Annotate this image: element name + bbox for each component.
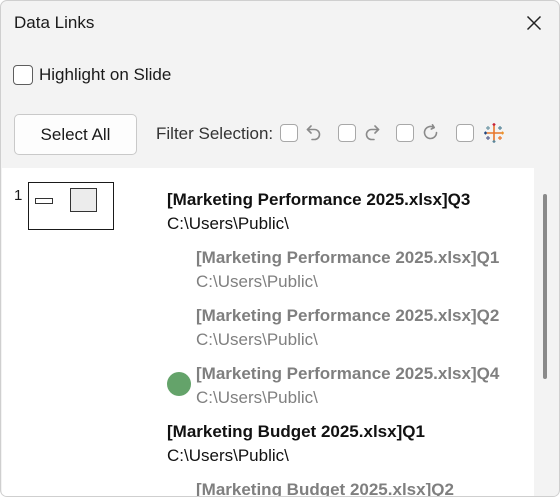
highlight-checkbox[interactable] (13, 65, 33, 85)
link-item[interactable]: [Marketing Performance 2025.xlsx]Q2 C:\U… (196, 306, 499, 350)
data-links-list[interactable]: 1 [Marketing Performance 2025.xlsx]Q3 C:… (2, 168, 534, 497)
link-path: C:\Users\Public\ (167, 214, 289, 233)
filter-refresh-checkbox[interactable] (396, 124, 414, 142)
data-links-pane: Data Links Highlight on Slide Select All… (0, 0, 560, 497)
highlight-label: Highlight on Slide (39, 65, 172, 84)
tableau-logo-icon (484, 123, 504, 143)
filter-refresh-button[interactable] (419, 121, 443, 145)
link-path: C:\Users\Public\ (196, 388, 318, 407)
select-all-button[interactable]: Select All (14, 114, 137, 155)
link-name: [Marketing Budget 2025.xlsx]Q1 (167, 422, 425, 441)
slide-thumbnail[interactable] (28, 182, 114, 230)
refresh-icon (423, 124, 438, 140)
link-path: C:\Users\Public\ (196, 272, 318, 291)
slide-number: 1 (14, 187, 23, 204)
filter-selection-label: Filter Selection: (156, 124, 274, 143)
link-name: [Marketing Performance 2025.xlsx]Q3 (167, 190, 471, 209)
vertical-scrollbar[interactable] (534, 168, 558, 496)
filter-tableau-checkbox[interactable] (456, 124, 474, 142)
thumbnail-linked-object-large (70, 188, 97, 212)
link-item[interactable]: [Marketing Budget 2025.xlsx]Q2 (196, 480, 454, 497)
link-status-indicator (167, 372, 191, 396)
link-name: [Marketing Performance 2025.xlsx]Q2 (196, 306, 500, 325)
link-path: C:\Users\Public\ (167, 446, 289, 465)
filter-redo-button[interactable] (360, 121, 384, 145)
title-bar: Data Links (1, 1, 559, 45)
thumbnail-linked-object-small (35, 198, 53, 204)
link-path: C:\Users\Public\ (196, 330, 318, 349)
filter-tableau-button[interactable] (482, 121, 506, 145)
link-item[interactable]: [Marketing Budget 2025.xlsx]Q1 C:\Users\… (167, 422, 425, 466)
link-item[interactable]: [Marketing Performance 2025.xlsx]Q3 C:\U… (167, 190, 470, 234)
link-item[interactable]: [Marketing Performance 2025.xlsx]Q4 C:\U… (196, 364, 499, 408)
link-name: [Marketing Budget 2025.xlsx]Q2 (196, 480, 454, 497)
filter-redo-checkbox[interactable] (338, 124, 356, 142)
highlight-on-slide-option[interactable]: Highlight on Slide (13, 64, 171, 86)
close-icon (526, 15, 542, 31)
undo-icon (306, 125, 321, 141)
redo-icon (365, 125, 380, 141)
close-button[interactable] (521, 10, 547, 36)
link-name: [Marketing Performance 2025.xlsx]Q1 (196, 248, 500, 267)
link-item[interactable]: [Marketing Performance 2025.xlsx]Q1 C:\U… (196, 248, 499, 292)
window-title: Data Links (14, 13, 95, 32)
link-name: [Marketing Performance 2025.xlsx]Q4 (196, 364, 500, 383)
filter-undo-checkbox[interactable] (280, 124, 298, 142)
scrollbar-thumb[interactable] (543, 194, 547, 379)
filter-undo-button[interactable] (302, 121, 326, 145)
